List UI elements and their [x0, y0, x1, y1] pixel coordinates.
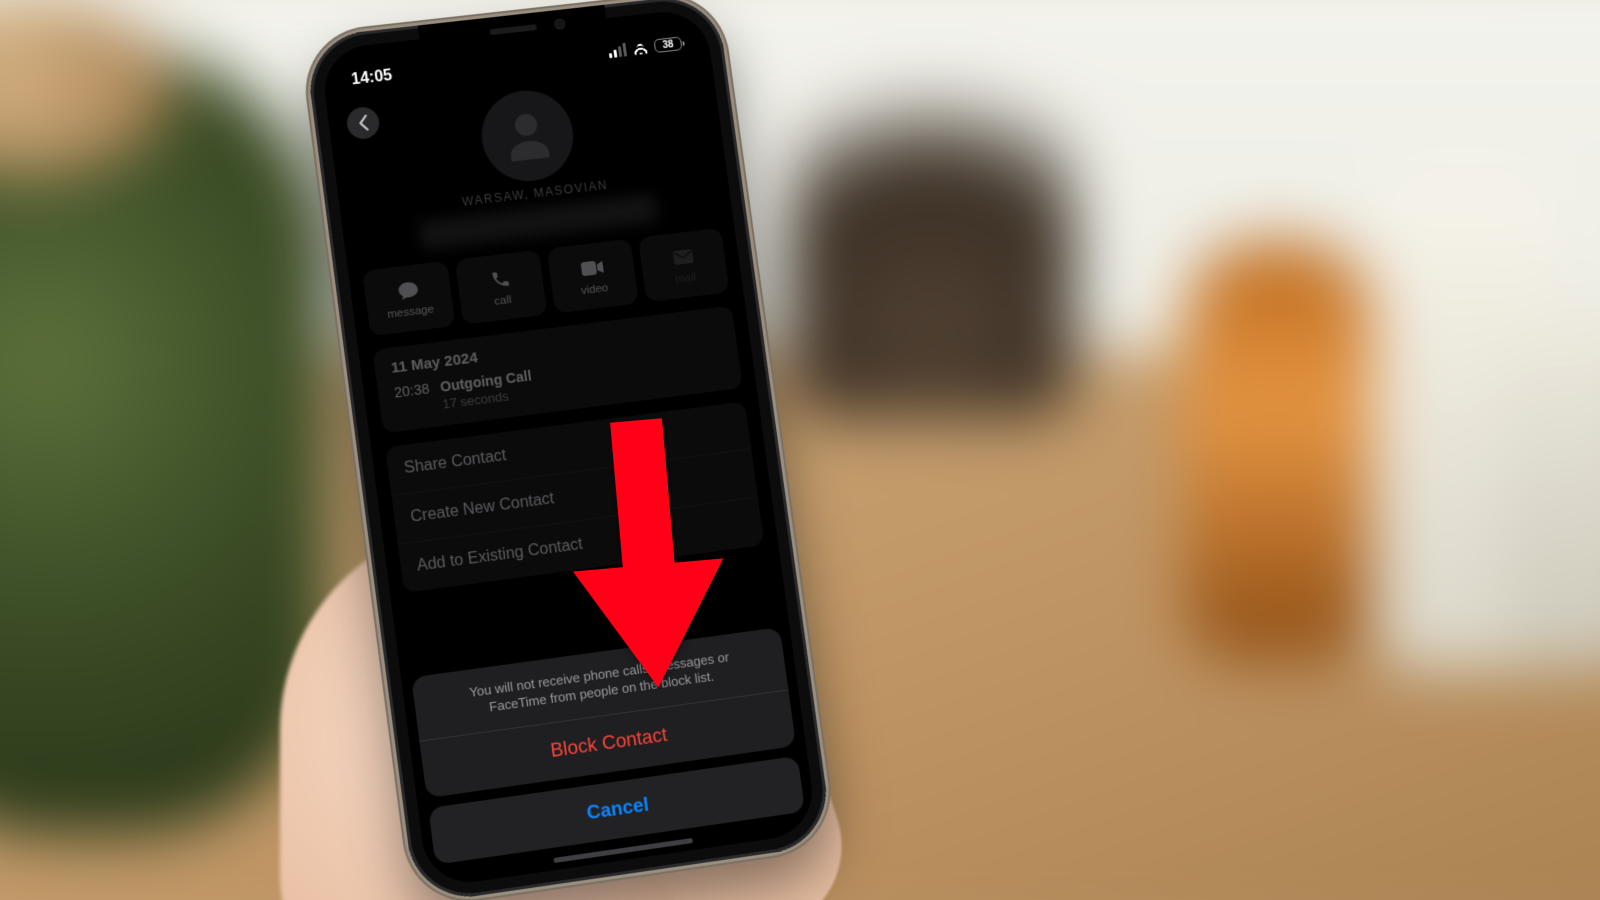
back-button[interactable] [345, 105, 381, 140]
call-duration: 17 seconds [442, 361, 726, 411]
call-label: call [494, 294, 513, 308]
call-type: Outgoing Call [439, 344, 723, 395]
contact-avatar [476, 86, 579, 186]
chevron-left-icon [357, 115, 370, 132]
mail-icon [670, 244, 695, 270]
phone-icon [489, 266, 512, 292]
battery-indicator: 38 [653, 36, 682, 53]
cellular-signal-icon [608, 43, 627, 59]
wifi-icon [631, 41, 649, 55]
mail-button: mail [638, 228, 730, 302]
call-time: 20:38 [393, 379, 441, 401]
call-button[interactable]: call [455, 250, 548, 325]
message-button[interactable]: message [362, 261, 455, 336]
person-placeholder-icon [495, 104, 560, 167]
message-icon [395, 277, 420, 303]
contact-location: WARSAW, MASOVIAN [354, 166, 714, 222]
contact-number-redacted [419, 194, 659, 250]
message-label: message [387, 303, 435, 321]
call-log-card: 11 May 2024 20:38 Outgoing Call 17 secon… [373, 306, 743, 434]
video-label: video [580, 282, 609, 297]
status-time: 14:05 [350, 67, 393, 89]
call-log-date: 11 May 2024 [373, 306, 736, 383]
annotation-arrow [548, 413, 746, 702]
video-icon [578, 255, 605, 281]
video-button[interactable]: video [547, 239, 639, 314]
mail-label: mail [675, 271, 697, 285]
